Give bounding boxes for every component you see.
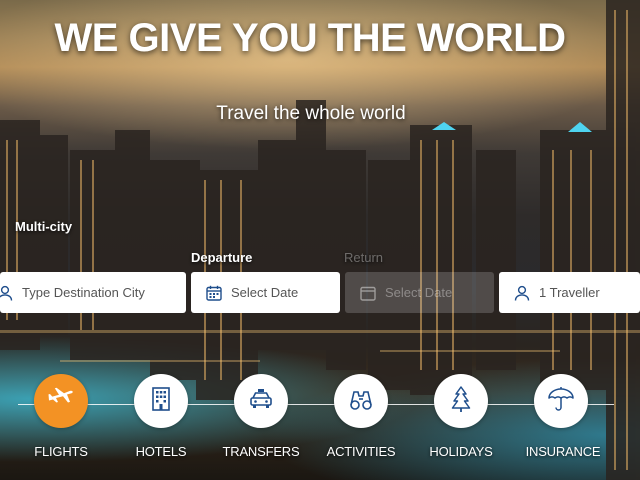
service-hotels-button[interactable]: [134, 374, 188, 428]
page-title: WE GIVE YOU THE WORLD: [54, 16, 566, 60]
taxi-icon: [246, 384, 276, 419]
service-insurance-label[interactable]: INSURANCE: [508, 444, 618, 459]
page-subtitle: Travel the whole world: [216, 103, 406, 124]
service-transfers-label[interactable]: TRANSFERS: [206, 444, 316, 459]
trip-mode-label[interactable]: Multi-city: [15, 219, 72, 234]
tree-icon: [447, 384, 475, 419]
service-flights-label[interactable]: FLIGHTS: [6, 444, 116, 459]
departure-date-field[interactable]: Select Date: [191, 272, 340, 313]
service-hotels-label[interactable]: HOTELS: [106, 444, 216, 459]
service-activities-label[interactable]: ACTIVITIES: [306, 444, 416, 459]
return-placeholder: Select Date: [385, 285, 453, 300]
destination-field[interactable]: Type Destination City: [0, 272, 186, 313]
person-icon: [0, 282, 16, 304]
return-label: Return: [344, 250, 384, 265]
service-flights-button[interactable]: [34, 374, 88, 428]
service-insurance-button[interactable]: [534, 374, 588, 428]
travellers-field[interactable]: 1 Traveller: [499, 272, 640, 313]
calendar-icon: [203, 282, 225, 304]
service-holidays-button[interactable]: [434, 374, 488, 428]
departure-placeholder: Select Date: [231, 285, 299, 300]
umbrella-icon: [546, 384, 576, 419]
return-date-field[interactable]: Select Date: [345, 272, 494, 313]
service-activities-button[interactable]: [334, 374, 388, 428]
departure-label: Departure: [191, 250, 253, 265]
plane-icon: [46, 384, 76, 419]
service-holidays-label[interactable]: HOLIDAYS: [406, 444, 516, 459]
travellers-value: 1 Traveller: [539, 285, 600, 300]
hotel-icon: [147, 385, 175, 418]
person-icon: [511, 282, 533, 304]
service-transfers-button[interactable]: [234, 374, 288, 428]
services-connector-line: [18, 404, 614, 405]
calendar-icon: [357, 282, 379, 304]
destination-placeholder: Type Destination City: [22, 285, 145, 300]
binoculars-icon: [346, 384, 376, 419]
